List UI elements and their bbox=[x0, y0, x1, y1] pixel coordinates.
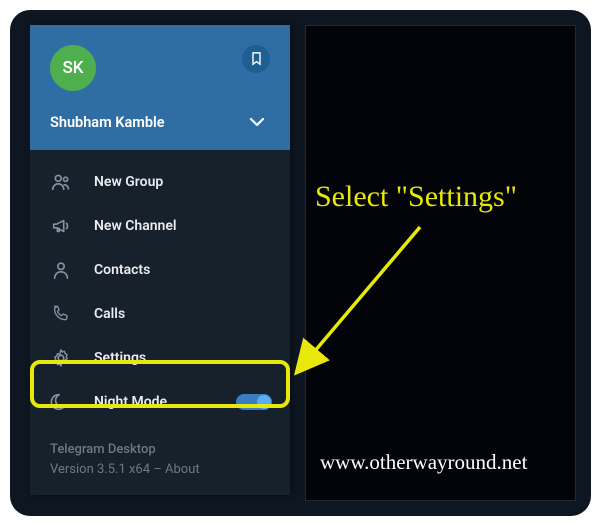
group-icon bbox=[50, 171, 72, 193]
app-name: Telegram Desktop bbox=[50, 440, 270, 460]
menu-label: New Channel bbox=[94, 218, 177, 234]
expand-accounts-button[interactable] bbox=[244, 109, 270, 136]
sidebar-menu: SK Shubham Kamble bbox=[30, 25, 290, 495]
avatar[interactable]: SK bbox=[50, 45, 96, 91]
chevron-down-icon bbox=[248, 116, 266, 128]
bookmark-icon bbox=[250, 52, 263, 66]
person-icon bbox=[50, 259, 72, 281]
menu-item-calls[interactable]: Calls bbox=[30, 292, 290, 336]
menu-label: New Group bbox=[94, 174, 163, 190]
menu-list: New Group New Channel bbox=[30, 150, 290, 430]
menu-item-contacts[interactable]: Contacts bbox=[30, 248, 290, 292]
menu-label: Settings bbox=[94, 350, 146, 366]
website-watermark: www.otherwayround.net bbox=[320, 450, 527, 475]
menu-item-night-mode[interactable]: Night Mode bbox=[30, 380, 290, 424]
profile-name: Shubham Kamble bbox=[50, 114, 165, 131]
menu-item-settings[interactable]: Settings bbox=[30, 336, 290, 380]
menu-item-new-group[interactable]: New Group bbox=[30, 160, 290, 204]
saved-messages-button[interactable] bbox=[242, 45, 270, 73]
menu-label: Night Mode bbox=[94, 394, 167, 410]
megaphone-icon bbox=[50, 215, 72, 237]
moon-icon bbox=[50, 391, 72, 413]
app-window: SK Shubham Kamble bbox=[10, 10, 591, 516]
gear-icon bbox=[50, 347, 72, 369]
menu-item-new-channel[interactable]: New Channel bbox=[30, 204, 290, 248]
phone-icon bbox=[50, 303, 72, 325]
content-area bbox=[305, 25, 576, 501]
menu-label: Contacts bbox=[94, 262, 150, 278]
version-text[interactable]: Version 3.5.1 x64 – About bbox=[50, 460, 270, 480]
sidebar-footer: Telegram Desktop Version 3.5.1 x64 – Abo… bbox=[30, 430, 290, 479]
night-mode-toggle[interactable] bbox=[236, 394, 272, 410]
toggle-knob bbox=[257, 395, 271, 409]
menu-label: Calls bbox=[94, 306, 125, 322]
profile-header: SK Shubham Kamble bbox=[30, 25, 290, 150]
